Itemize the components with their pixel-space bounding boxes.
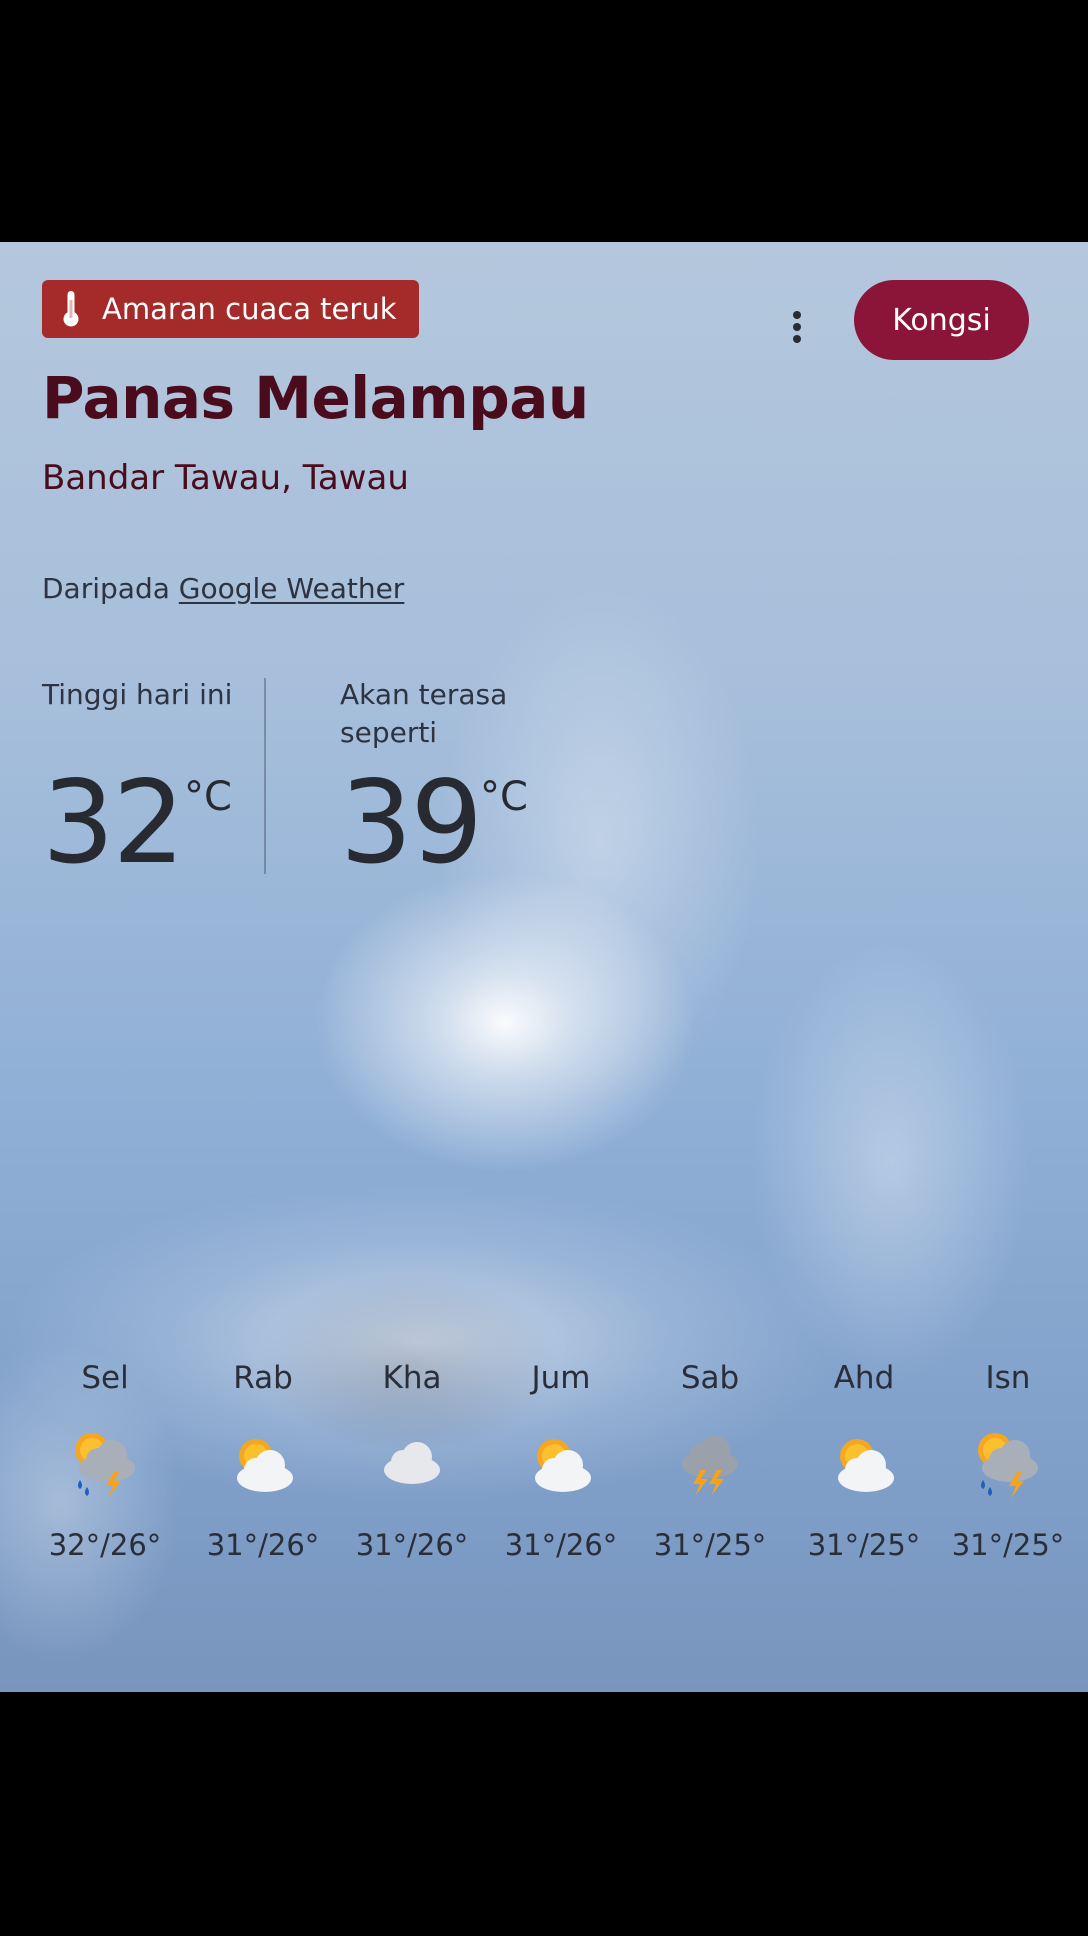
feels-like-value: 39 — [340, 756, 483, 889]
forecast-day-name: Rab — [233, 1360, 293, 1396]
today-high-value: 32 — [42, 756, 185, 889]
daily-forecast: Sel 32°/26° Rab 31°/26° Kha 31°/26° Jum — [0, 1360, 1088, 1640]
forecast-day-name: Sab — [680, 1360, 740, 1396]
alert-title: Panas Melampau — [42, 364, 589, 432]
thunderstorm-rain-icon — [973, 1430, 1043, 1500]
more-vertical-icon-dot — [793, 335, 801, 343]
thermometer-icon — [63, 291, 79, 327]
more-vertical-icon-dot — [793, 311, 801, 319]
stat-divider — [264, 678, 266, 874]
forecast-day[interactable]: Sel 32°/26° — [30, 1360, 180, 1562]
forecast-temp: 31°/26° — [206, 1528, 320, 1562]
forecast-temp: 31°/26° — [504, 1528, 618, 1562]
feels-like-stat: Akan terasa seperti 39 °C — [340, 676, 560, 889]
forecast-day[interactable]: Jum 31°/26° — [486, 1360, 636, 1562]
today-high-label: Tinggi hari ini — [42, 678, 233, 711]
forecast-temp: 31°/25° — [653, 1528, 767, 1562]
partly-cloudy-icon — [829, 1430, 899, 1500]
forecast-day-name: Ahd — [833, 1360, 895, 1396]
weather-alert-card: Amaran cuaca teruk Kongsi Panas Melampau… — [0, 242, 1088, 1692]
feels-like-unit: °C — [480, 774, 528, 820]
forecast-day[interactable]: Rab 31°/26° — [188, 1360, 338, 1562]
more-options-button[interactable] — [782, 302, 812, 352]
severe-weather-badge[interactable]: Amaran cuaca teruk — [42, 280, 419, 338]
forecast-temp: 31°/26° — [355, 1528, 469, 1562]
forecast-day[interactable]: Isn 31°/25° — [933, 1360, 1083, 1562]
forecast-day-name: Kha — [382, 1360, 442, 1396]
feels-like-label: Akan terasa seperti — [340, 678, 508, 749]
thunderstorm-rain-icon — [70, 1430, 140, 1500]
forecast-day-name: Isn — [985, 1360, 1031, 1396]
alert-label: Amaran cuaca teruk — [102, 292, 397, 326]
forecast-temp: 32°/26° — [48, 1528, 162, 1562]
forecast-temp: 31°/25° — [951, 1528, 1065, 1562]
forecast-day[interactable]: Kha 31°/26° — [337, 1360, 487, 1562]
source-prefix: Daripada — [42, 572, 170, 605]
cloudy-icon — [377, 1430, 447, 1500]
more-vertical-icon-dot — [793, 323, 801, 331]
partly-cloudy-icon — [228, 1430, 298, 1500]
google-weather-link[interactable]: Google Weather — [179, 572, 405, 605]
share-button[interactable]: Kongsi — [854, 280, 1029, 360]
forecast-day-name: Sel — [81, 1360, 129, 1396]
forecast-temp: 31°/25° — [807, 1528, 921, 1562]
forecast-day-name: Jum — [531, 1360, 591, 1396]
today-high-stat: Tinggi hari ini 32 °C — [42, 676, 262, 889]
forecast-day[interactable]: Sab 31°/25° — [635, 1360, 785, 1562]
forecast-day[interactable]: Ahd 31°/25° — [789, 1360, 939, 1562]
thunderstorm-icon — [675, 1430, 745, 1500]
today-high-unit: °C — [184, 774, 232, 820]
location-label: Bandar Tawau, Tawau — [42, 458, 409, 498]
partly-cloudy-icon — [526, 1430, 596, 1500]
source-line: Daripada Google Weather — [42, 572, 404, 605]
